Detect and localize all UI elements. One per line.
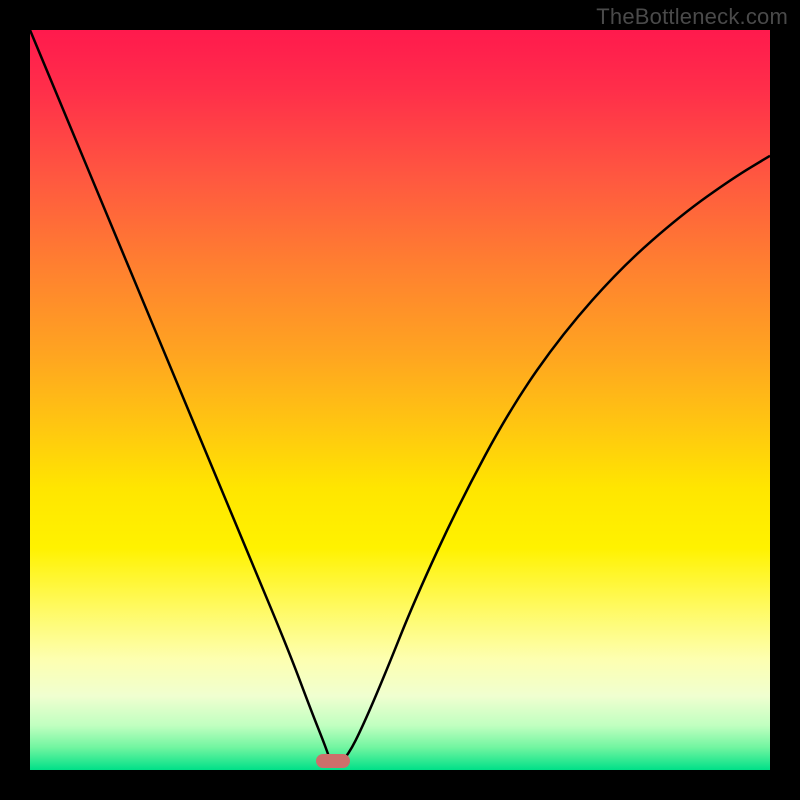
optimal-marker [316, 754, 350, 768]
bottleneck-curve [30, 30, 770, 770]
watermark-text: TheBottleneck.com [596, 4, 788, 30]
chart-area [30, 30, 770, 770]
